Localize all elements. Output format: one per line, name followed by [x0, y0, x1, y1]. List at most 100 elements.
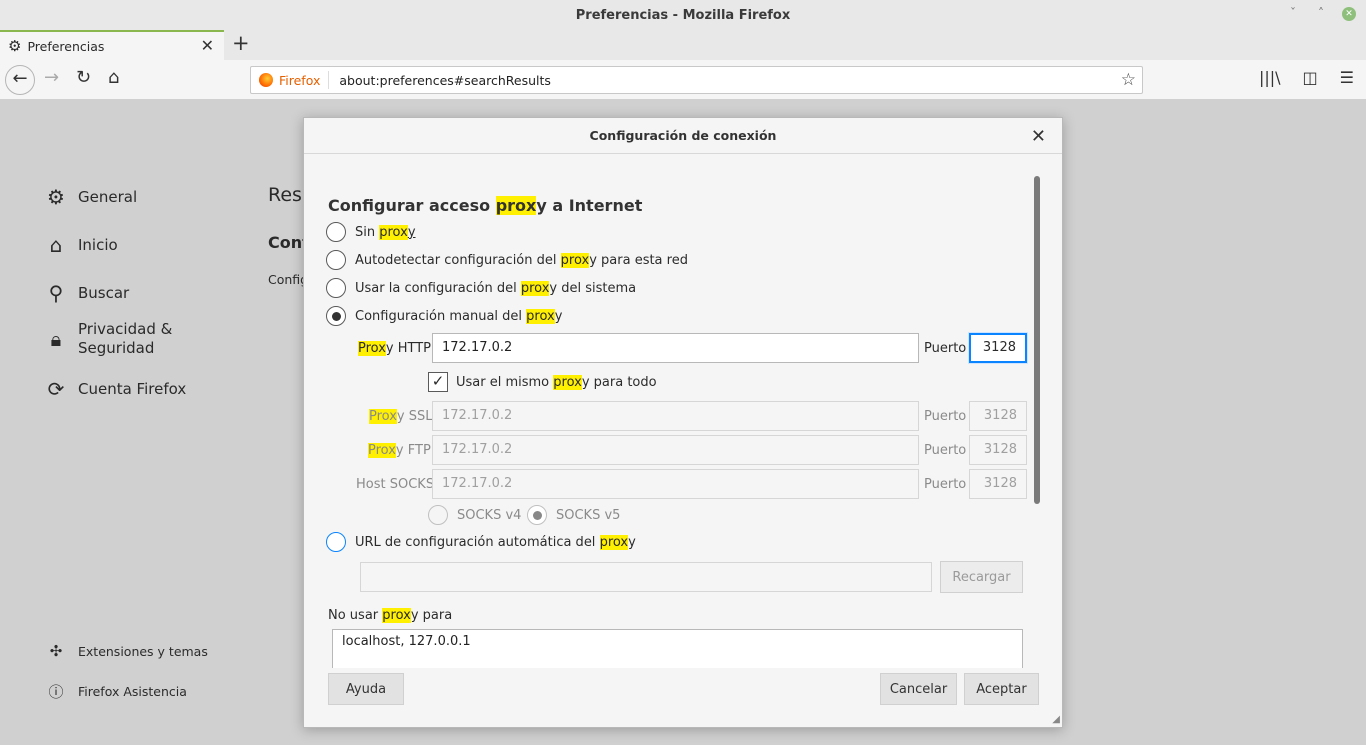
radio-label: Usar la configuración del proxy del sist… — [355, 280, 637, 296]
radio-socks-v4[interactable]: SOCKS v4 — [428, 505, 521, 525]
close-dialog-icon[interactable]: ✕ — [1031, 126, 1046, 147]
sidebar-item-label: Buscar — [78, 284, 130, 302]
search-icon: ⚲ — [48, 281, 64, 305]
tab-label: Preferencias — [27, 38, 105, 54]
ftp-port-input[interactable]: 3128 — [969, 435, 1027, 465]
cancel-button[interactable]: Cancelar — [880, 673, 957, 705]
close-window-button[interactable]: ✕ — [1342, 7, 1356, 21]
radio-socks-v5[interactable]: SOCKS v5 — [527, 505, 620, 525]
ssl-port-label: Puerto — [924, 409, 967, 424]
sync-icon: ⟳ — [47, 377, 65, 401]
home-icon: ⌂ — [49, 233, 63, 257]
http-port-label: Puerto — [924, 341, 967, 356]
radio-button[interactable] — [326, 250, 346, 270]
reload-button[interactable]: ↻ — [76, 67, 91, 88]
help-icon: ⓘ — [48, 683, 64, 701]
radio-button[interactable] — [326, 532, 346, 552]
radio-label: SOCKS v5 — [556, 507, 621, 523]
sidebar-item-label: Cuenta Firefox — [78, 380, 187, 398]
title-bar: Preferencias - Mozilla Firefox ˇ ˄ ✕ — [0, 0, 1366, 30]
url-text[interactable]: about:preferences#searchResults — [329, 73, 551, 88]
radio-autodetect[interactable]: Autodetectar configuración del proxy par… — [326, 250, 688, 270]
resize-grip-icon[interactable]: ◢ — [1052, 714, 1060, 725]
ftp-proxy-input[interactable]: 172.17.0.2 — [432, 435, 919, 465]
lock-icon: 🔒︎ — [50, 327, 62, 351]
socks-port-input[interactable]: 3128 — [969, 469, 1027, 499]
gear-icon: ⚙ — [47, 185, 65, 209]
radio-system-proxy[interactable]: Usar la configuración del proxy del sist… — [326, 278, 636, 298]
identity-badge[interactable]: Firefox — [251, 71, 330, 89]
bookmark-star-icon[interactable]: ☆ — [1121, 70, 1136, 90]
ssl-proxy-label: Proxy SSL — [369, 409, 433, 424]
socks-host-input[interactable]: 172.17.0.2 — [432, 469, 919, 499]
socks-host-label: Host SOCKS — [356, 477, 435, 492]
menu-icon[interactable]: ☰ — [1340, 68, 1354, 87]
radio-no-proxy[interactable]: Sin proxy — [326, 222, 416, 242]
sidebar-toggle-icon[interactable]: ◫ — [1303, 68, 1318, 87]
dialog-title: Configuración de conexión — [589, 128, 777, 143]
no-proxy-textarea[interactable]: localhost, 127.0.0.1 — [332, 629, 1023, 668]
dialog-body: Configurar acceso proxy a Internet Sin p… — [304, 154, 1062, 668]
radio-pac-url[interactable]: URL de configuración automática del prox… — [326, 532, 636, 552]
sidebar-item-label: Privacidad & Seguridad — [78, 320, 173, 357]
same-proxy-label: Usar el mismo proxy para todo — [456, 375, 657, 390]
url-bar[interactable]: Firefox about:preferences#searchResults … — [250, 66, 1143, 94]
radio-manual-proxy[interactable]: Configuración manual del proxy — [326, 306, 562, 326]
nav-bar: ← → ↻ ⌂ Firefox about:preferences#search… — [0, 60, 1366, 100]
gear-icon: ⚙ — [8, 37, 22, 55]
puzzle-icon: ✣ — [49, 642, 63, 660]
library-icon[interactable]: |||\ — [1259, 68, 1281, 87]
toolbar-icons: |||\ ◫ ☰ — [1259, 68, 1354, 87]
radio-button[interactable] — [326, 306, 346, 326]
dialog-header: Configuración de conexión ✕ — [304, 118, 1062, 154]
tab-preferences[interactable]: ⚙ Preferencias ✕ — [0, 30, 224, 60]
sidebar-item-search[interactable]: ⚲ Buscar — [44, 281, 130, 305]
sidebar-item-extensions[interactable]: ✣ Extensiones y temas — [48, 642, 208, 660]
ssl-proxy-input[interactable]: 172.17.0.2 — [432, 401, 919, 431]
sidebar-item-label: Inicio — [78, 236, 118, 254]
minimize-button[interactable]: ˇ — [1290, 6, 1296, 20]
http-proxy-input[interactable]: 172.17.0.2 — [432, 333, 919, 363]
sidebar-item-label: General — [78, 188, 138, 206]
ssl-port-input[interactable]: 3128 — [969, 401, 1027, 431]
sidebar-item-privacy[interactable]: 🔒︎ Privacidad & Seguridad — [44, 320, 173, 358]
radio-button[interactable] — [428, 505, 448, 525]
http-proxy-label: Proxy HTTP — [358, 341, 432, 356]
ftp-port-label: Puerto — [924, 443, 967, 458]
tab-bar: ⚙ Preferencias ✕ + — [0, 30, 1366, 60]
sidebar-item-support[interactable]: ⓘ Firefox Asistencia — [48, 681, 186, 702]
connection-settings-dialog: Configuración de conexión ✕ Configurar a… — [303, 117, 1063, 728]
radio-button[interactable] — [527, 505, 547, 525]
dialog-scrollbar[interactable] — [1034, 176, 1040, 504]
home-button[interactable]: ⌂ — [108, 67, 119, 88]
help-button[interactable]: Ayuda — [328, 673, 404, 705]
sidebar-item-label: Extensiones y temas — [78, 643, 208, 659]
radio-label: SOCKS v4 — [457, 507, 522, 523]
http-port-input[interactable]: 3128 — [969, 333, 1027, 363]
pac-url-input[interactable] — [360, 562, 932, 592]
radio-button[interactable] — [326, 278, 346, 298]
radio-label: URL de configuración automática del prox… — [355, 534, 636, 550]
new-tab-button[interactable]: + — [232, 31, 250, 55]
sidebar-item-sync[interactable]: ⟳ Cuenta Firefox — [44, 377, 187, 401]
sidebar-item-general[interactable]: ⚙ General — [44, 185, 137, 209]
accept-button[interactable]: Aceptar — [964, 673, 1039, 705]
back-button[interactable]: ← — [5, 65, 35, 95]
window-title: Preferencias - Mozilla Firefox — [575, 7, 791, 23]
reload-pac-button[interactable]: Recargar — [940, 561, 1023, 593]
no-proxy-label: No usar proxy para — [328, 608, 453, 623]
radio-label: Sin proxy — [355, 224, 416, 240]
firefox-logo-icon — [259, 73, 273, 87]
ftp-proxy-label: Proxy FTP — [368, 443, 431, 458]
maximize-button[interactable]: ˄ — [1318, 6, 1324, 20]
radio-button[interactable] — [326, 222, 346, 242]
close-tab-icon[interactable]: ✕ — [201, 36, 214, 55]
radio-label: Configuración manual del proxy — [355, 308, 563, 324]
forward-button[interactable]: → — [44, 67, 59, 88]
sidebar-item-home[interactable]: ⌂ Inicio — [44, 233, 118, 257]
same-proxy-checkbox[interactable]: ✓ — [428, 372, 448, 392]
radio-label: Autodetectar configuración del proxy par… — [355, 252, 688, 268]
proxy-heading: Configurar acceso proxy a Internet — [328, 196, 643, 215]
socks-port-label: Puerto — [924, 477, 967, 492]
identity-label: Firefox — [279, 72, 321, 88]
